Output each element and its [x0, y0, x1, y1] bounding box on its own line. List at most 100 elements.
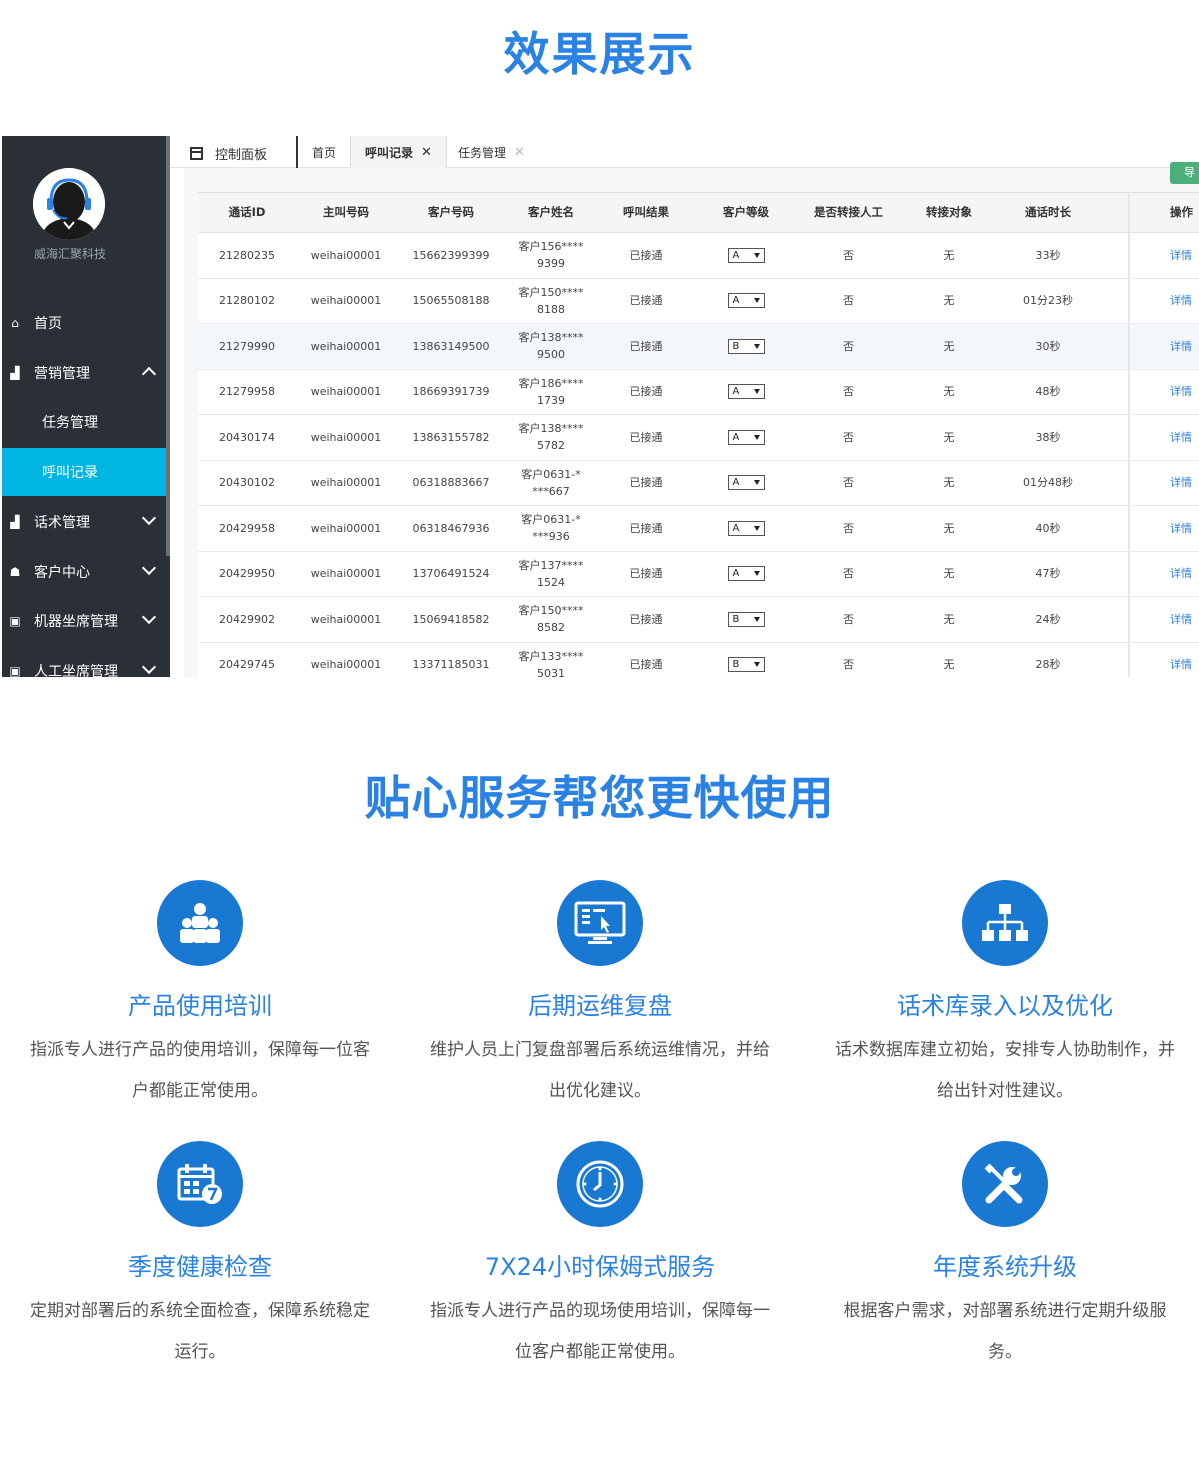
sidebar-item-human-agents[interactable]: ▣ 人工坐席管理 — [2, 647, 166, 677]
customer-phone-cell: 13706491524 — [412, 567, 490, 581]
transfer-flag-cell: 否 — [843, 612, 854, 626]
calendar-icon — [157, 1141, 243, 1227]
detail-link[interactable]: 详情 — [1130, 597, 1199, 642]
customer-name-line: 1739 — [537, 393, 565, 407]
service-description: 指派专人进行产品的现场使用培训，保障每一位客户都能正常使用。 — [430, 1301, 770, 1362]
sidebar-item-marketing[interactable]: ▟ 营销管理 — [2, 349, 166, 397]
customer-level-select[interactable]: A — [727, 566, 765, 582]
customer-level-value: A — [732, 295, 740, 307]
chart-icon: ▟ — [10, 366, 20, 380]
customer-level-select[interactable]: B — [727, 611, 765, 627]
sidebar-item-label: 话术管理 — [34, 515, 90, 531]
tab-label: 首页 — [312, 145, 337, 160]
sidebar-scrollbar[interactable] — [166, 136, 170, 556]
detail-link[interactable]: 详情 — [1130, 643, 1199, 678]
call-id-cell: 20429745 — [219, 658, 275, 672]
chevron-down-icon — [141, 659, 157, 675]
transfer-flag-cell: 否 — [843, 521, 854, 535]
detail-link[interactable]: 详情 — [1130, 461, 1199, 506]
customer-level-value: A — [732, 431, 740, 443]
sidebar-item-home[interactable]: ⌂ 首页 — [2, 299, 166, 347]
dropdown-arrow-icon — [753, 298, 760, 304]
customer-level-select[interactable]: A — [727, 384, 765, 400]
customer-level-select[interactable]: A — [727, 520, 765, 536]
section-title-showcase: 效果展示 — [503, 27, 696, 81]
transfer-flag-cell: 否 — [843, 248, 854, 262]
service-description: 话术数据库建立初始，安排专人协助制作，并给出针对性建议。 — [835, 1040, 1175, 1101]
duration-cell: 24秒 — [1035, 612, 1061, 626]
sidebar-item-script-management[interactable]: ▟ 话术管理 — [2, 498, 166, 546]
avatar — [33, 168, 105, 240]
transfer-target-cell: 无 — [943, 294, 955, 308]
transfer-flag-cell: 否 — [843, 567, 854, 581]
customer-name-line: 客户156**** — [518, 240, 584, 254]
duration-cell: 01分23秒 — [1023, 294, 1073, 308]
home-icon: ⌂ — [11, 316, 19, 330]
dashboard-link[interactable]: 控制面板 — [190, 144, 267, 163]
customer-name-line: 8582 — [537, 621, 565, 635]
transfer-target-cell: 无 — [943, 385, 955, 399]
dropdown-arrow-icon — [753, 480, 760, 486]
close-icon[interactable]: ✕ — [421, 145, 432, 160]
tab-home[interactable]: 首页 — [312, 136, 336, 168]
customer-level-select[interactable]: B — [727, 338, 765, 354]
caller-number-cell: weihai00001 — [310, 339, 382, 353]
sidebar-item-robot-agents[interactable]: ▣ 机器坐席管理 — [2, 597, 166, 645]
detail-link[interactable]: 详情 — [1130, 324, 1199, 369]
dropdown-arrow-icon — [753, 525, 760, 531]
dropdown-arrow-icon — [753, 662, 760, 668]
transfer-target-cell: 无 — [943, 476, 955, 490]
detail-link[interactable]: 详情 — [1130, 552, 1199, 597]
customer-name-cell: 客户0631-* ***667 — [506, 461, 596, 506]
detail-link[interactable]: 详情 — [1130, 233, 1199, 278]
customer-name-line: 1524 — [537, 575, 565, 589]
tools-icon — [962, 1141, 1048, 1227]
detail-link[interactable]: 详情 — [1130, 370, 1199, 415]
tab-label: 任务管理 — [458, 145, 507, 160]
service-title: 话术库录入以及优化 — [897, 992, 1113, 1020]
dropdown-arrow-icon — [753, 434, 760, 440]
column-header: 客户姓名 — [528, 205, 574, 219]
dropdown-arrow-icon — [753, 343, 760, 349]
customer-level-select[interactable]: A — [727, 247, 765, 263]
caller-number-cell: weihai00001 — [310, 476, 382, 490]
company-name: 威海汇聚科技 — [33, 247, 106, 261]
column-header: 是否转接人工 — [814, 205, 883, 219]
customer-name: 客户150**** 8188 — [519, 284, 584, 318]
service-description: 维护人员上门复盘部署后系统运维情况，并给出优化建议。 — [430, 1040, 770, 1101]
service-title: 7X24小时保姆式服务 — [484, 1253, 716, 1281]
customer-level-value: A — [732, 477, 740, 489]
detail-link[interactable]: 详情 — [1130, 506, 1199, 551]
customer-level-cell: A — [696, 415, 796, 460]
call-id-cell: 20429902 — [219, 612, 275, 626]
customer-level-select[interactable]: A — [727, 429, 765, 445]
customer-level-value: B — [732, 340, 740, 352]
call-result-cell: 已接通 — [629, 385, 663, 399]
customer-level-select[interactable]: A — [727, 475, 765, 491]
sidebar-item-customer-center[interactable]: ☗ 客户中心 — [2, 548, 166, 596]
service-title: 季度健康检查 — [128, 1253, 272, 1281]
customer-name-line: ***667 — [532, 484, 570, 498]
customer-level-value: A — [732, 522, 740, 534]
customer-level-select[interactable]: A — [727, 293, 765, 309]
customer-level-select[interactable]: B — [727, 657, 765, 673]
detail-link[interactable]: 详情 — [1130, 415, 1199, 460]
tab-call-records[interactable]: 呼叫记录 ✕ — [350, 136, 447, 168]
transfer-target-cell: 无 — [943, 658, 955, 672]
caller-number-cell: weihai00001 — [310, 658, 382, 672]
customer-name: 客户0631-* ***936 — [521, 511, 580, 545]
dashboard-icon — [190, 147, 203, 160]
customer-phone-cell: 15662399399 — [412, 248, 490, 262]
sidebar-item-task-management[interactable]: 任务管理 — [2, 398, 166, 446]
robot-icon: ▣ — [9, 664, 21, 677]
sidebar-item-call-records[interactable]: 呼叫记录 — [2, 448, 166, 496]
table-row: 21280102 weihai00001 15065508188 客户150**** 8… — [198, 278, 1199, 324]
export-button[interactable]: 导 — [1170, 162, 1199, 184]
detail-link[interactable]: 详情 — [1130, 279, 1199, 324]
duration-cell: 48秒 — [1035, 385, 1061, 399]
customer-phone-cell: 15065508188 — [412, 294, 490, 308]
sidebar-item-label: 人工坐席管理 — [34, 664, 118, 677]
tab-task-management[interactable]: 任务管理 ✕ — [458, 136, 525, 168]
dropdown-arrow-icon — [753, 389, 760, 395]
close-icon[interactable]: ✕ — [514, 145, 525, 160]
